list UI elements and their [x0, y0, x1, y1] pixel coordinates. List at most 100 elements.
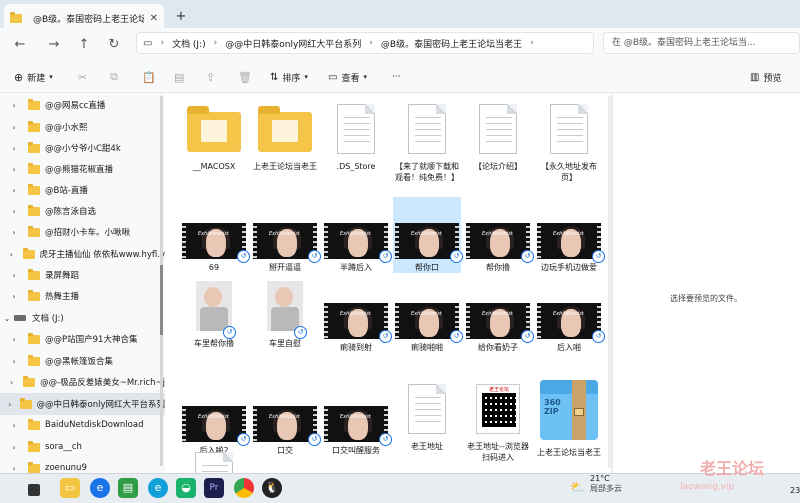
sort-button[interactable]: ⇅ 排序 ▾	[270, 68, 308, 86]
file-item[interactable]: 老王地址	[393, 380, 461, 452]
breadcrumb-item[interactable]: @@中日韩泰only网红大平台系列	[225, 37, 361, 50]
sidebar-item[interactable]: › sora__ch	[0, 436, 165, 458]
file-item[interactable]: 老王论坛 老王地址--浏览器扫码进入	[464, 380, 532, 463]
file-item[interactable]: Exhibitionist ↺ 69	[180, 197, 250, 273]
chevron-right-icon[interactable]: ›	[0, 101, 28, 110]
file-item[interactable]: Exhibitionist ↺ 帮你口	[393, 197, 463, 273]
more-button[interactable]: ···	[392, 68, 401, 86]
chrome-icon[interactable]	[234, 478, 254, 498]
watermark-text: 老王论坛	[700, 459, 765, 478]
sidebar-item[interactable]: › @@小水熙	[0, 116, 165, 138]
paste-icon[interactable]: 📋	[142, 68, 156, 86]
search-input[interactable]: 在 @B级。泰国密码上老王论坛当...	[603, 32, 800, 54]
file-item[interactable]: 上老王论坛当老王	[251, 100, 319, 172]
sidebar-item[interactable]: ⌄ 文档 (J:)	[0, 307, 165, 329]
file-item[interactable]: ↺ 车里自慰	[251, 277, 319, 349]
file-item[interactable]: Exhibitionist ↺ 帮你撸	[464, 197, 534, 273]
chevron-right-icon[interactable]: ›	[0, 250, 23, 259]
delete-icon[interactable]: 🗑	[238, 68, 252, 86]
chevron-right-icon[interactable]: ›	[0, 207, 28, 216]
chevron-right-icon[interactable]: ›	[0, 357, 28, 366]
breadcrumb-item[interactable]: @B级。泰国密码上老王论坛当老王	[381, 37, 522, 50]
file-item[interactable]: 【来了就顺下载和观看！纯免费！】	[393, 100, 461, 183]
forward-icon[interactable]: →	[44, 36, 64, 54]
file-item[interactable]: Exhibitionist ↺ 口交叫醒服务	[322, 380, 392, 456]
file-name: 掰开逼逼	[269, 263, 301, 272]
cut-icon[interactable]: ✂	[78, 68, 87, 86]
browser-icon[interactable]: e	[148, 478, 168, 498]
taskbar-app-icon[interactable]	[28, 484, 40, 496]
sidebar-scrollbar-thumb[interactable]	[160, 265, 163, 335]
copy-icon[interactable]: ⧉	[110, 68, 118, 86]
chevron-right-icon[interactable]: ›	[0, 292, 28, 301]
sidebar-item[interactable]: › @@网易cc直播	[0, 94, 165, 116]
chevron-right-icon[interactable]: ›	[0, 186, 28, 195]
clock[interactable]: 23	[790, 486, 800, 495]
chevron-right-icon[interactable]: ›	[0, 165, 28, 174]
breadcrumb-item[interactable]: 文档 (J:)	[172, 37, 206, 50]
view-button[interactable]: ▭ 查看 ▾	[328, 68, 367, 86]
sidebar-item[interactable]: › @@中日韩泰only网红大平台系列	[0, 393, 165, 415]
file-item[interactable]: Exhibitionist ↺ 后入啪2	[180, 380, 250, 456]
file-item[interactable]: Exhibitionist ↺ 掰开逼逼	[251, 197, 321, 273]
file-item[interactable]: 【永久地址发布页】	[535, 100, 603, 183]
file-item[interactable]: Exhibitionist ↺ 边玩手机边做爱	[535, 197, 605, 273]
chevron-right-icon[interactable]: ›	[0, 271, 28, 280]
premiere-icon[interactable]: Pr	[204, 478, 224, 498]
file-explorer-icon[interactable]: ▭	[60, 478, 80, 498]
share-icon[interactable]: ⇪	[206, 68, 215, 86]
preview-button[interactable]: ▥ 预览	[750, 68, 781, 86]
sidebar-item[interactable]: › @陈言泳自选	[0, 200, 165, 222]
chevron-right-icon[interactable]: ›	[0, 421, 28, 430]
chevron-right-icon[interactable]: ›	[0, 464, 28, 473]
up-icon[interactable]: ↑	[74, 36, 94, 54]
preview-message: 选择要预览的文件。	[670, 294, 742, 303]
file-item[interactable]: ↺ 车里帮你撸	[180, 277, 248, 349]
chevron-right-icon[interactable]: ⌄	[0, 314, 14, 323]
main-scrollbar[interactable]	[608, 96, 611, 468]
sidebar-item[interactable]: › BaiduNetdiskDownload	[0, 414, 165, 436]
qq-icon[interactable]: 🐧	[262, 478, 282, 498]
sidebar-item[interactable]: › @B站-直播	[0, 179, 165, 201]
sidebar-item[interactable]: › @招财小卡车。小啾啾	[0, 221, 165, 243]
sidebar-item[interactable]: › 录屏舞蹈	[0, 264, 165, 286]
sync-badge-icon: ↺	[237, 250, 250, 263]
refresh-icon[interactable]: ↻	[104, 36, 124, 54]
chevron-right-icon[interactable]: ›	[0, 144, 28, 153]
chevron-right-icon[interactable]: ›	[0, 378, 23, 387]
back-icon[interactable]: ←	[10, 36, 30, 54]
sidebar-item[interactable]: › @@黑帐篷饭合集	[0, 350, 165, 372]
rename-icon[interactable]: ▤	[174, 68, 184, 86]
sidebar-item[interactable]: › @@P站国产91大神合集	[0, 328, 165, 350]
new-button[interactable]: ⊕ 新建 ▾	[14, 68, 53, 86]
file-item[interactable]: Exhibitionist ↺ 痢骑啪啪	[393, 277, 463, 353]
new-tab-button[interactable]: +	[172, 8, 190, 26]
green-app-icon[interactable]: ▤	[118, 478, 138, 498]
bag-app-icon[interactable]: ◒	[176, 478, 196, 498]
close-tab-icon[interactable]: ✕	[150, 13, 158, 24]
file-item[interactable]: __MACOSX	[180, 100, 248, 172]
file-item[interactable]: Exhibitionist ↺ 后入啪	[535, 277, 605, 353]
video-thumbnail: Exhibitionist ↺	[324, 223, 392, 263]
address-bar[interactable]: ▭ › 文档 (J:) › @@中日韩泰only网红大平台系列 › @B级。泰国…	[136, 32, 594, 54]
file-item[interactable]: Exhibitionist ↺ 口交	[251, 380, 321, 456]
file-item[interactable]: 360 ZIP 上老王论坛当老王	[535, 380, 603, 458]
sidebar-item[interactable]: › @@熊猫花椒直播	[0, 158, 165, 180]
file-item[interactable]: Exhibitionist ↺ 痢骑到射	[322, 277, 392, 353]
file-item[interactable]: .DS_Store	[322, 100, 390, 172]
chevron-right-icon[interactable]: ›	[0, 123, 28, 132]
file-item[interactable]: 【论坛介绍】	[464, 100, 532, 172]
sidebar-item[interactable]: › 虎牙主播仙仙 依依私www.hyfl.v	[0, 243, 165, 265]
chevron-right-icon[interactable]: ›	[0, 400, 20, 409]
sidebar-item[interactable]: › @@-极品反差婊美女~Mr.rich~j	[0, 371, 165, 393]
file-name: 上老王论坛当老王	[537, 448, 601, 457]
file-item[interactable]: Exhibitionist ↺ 半蹲后入	[322, 197, 392, 273]
sync-badge-icon: ↺	[450, 330, 463, 343]
sidebar-item[interactable]: › 热舞主播	[0, 285, 165, 307]
chevron-right-icon[interactable]: ›	[0, 443, 28, 452]
chevron-right-icon[interactable]: ›	[0, 228, 28, 237]
sidebar-item[interactable]: › @@小兮爷小C甜4k	[0, 137, 165, 159]
file-item[interactable]: Exhibitionist ↺ 给你看奶子	[464, 277, 534, 353]
chevron-right-icon[interactable]: ›	[0, 335, 28, 344]
edge-icon[interactable]: e	[90, 478, 110, 498]
